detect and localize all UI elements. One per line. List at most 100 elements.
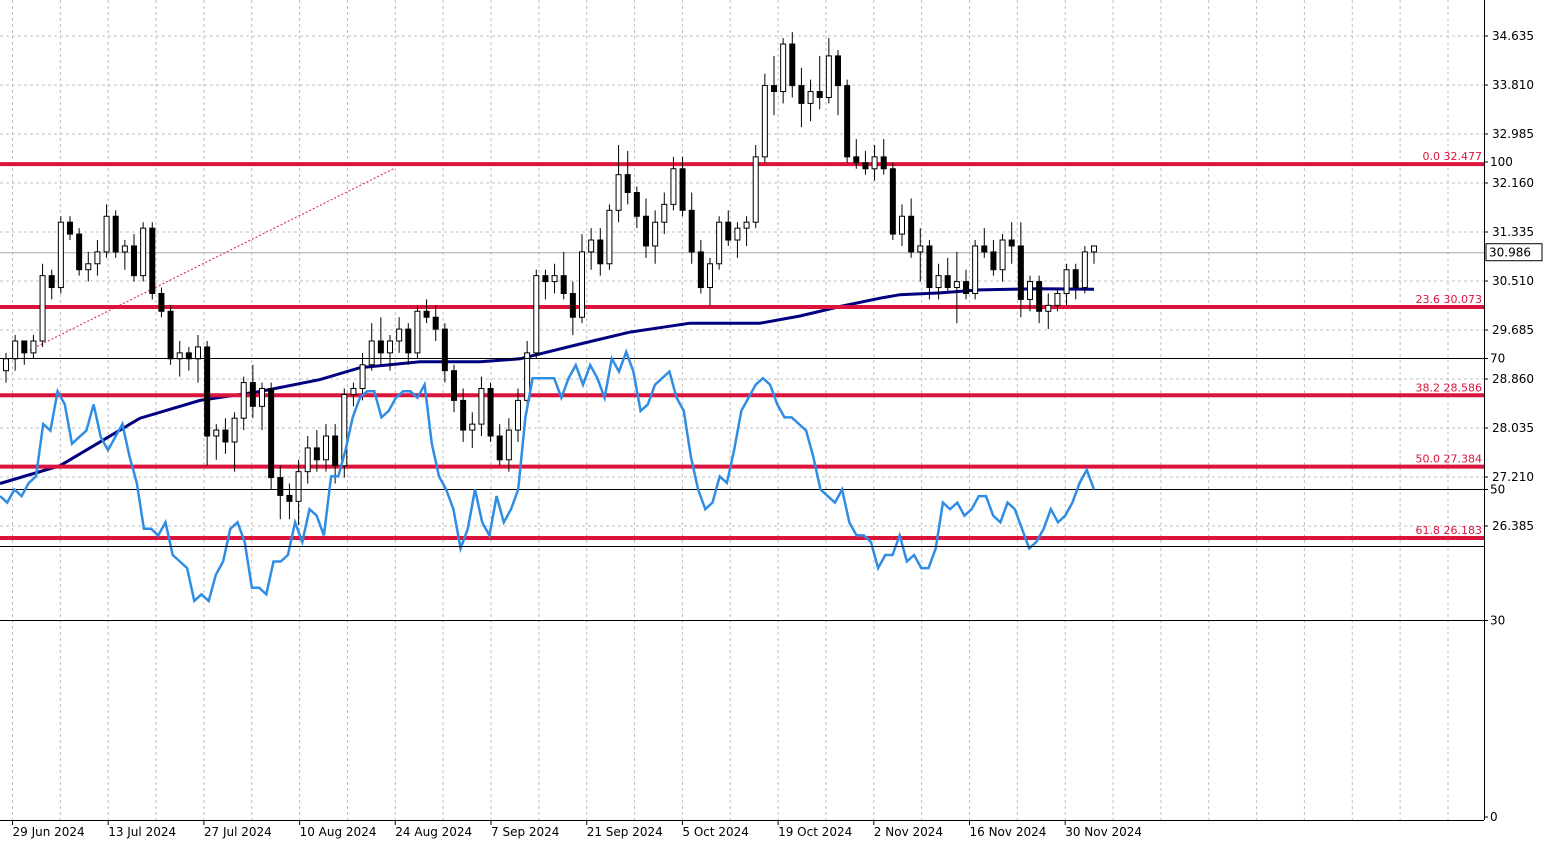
candle-body [579, 251, 585, 318]
candle-body [999, 239, 1006, 271]
candle-body [725, 221, 732, 241]
price-tick-label: 33.810 [1492, 78, 1534, 92]
candle [396, 317, 403, 353]
candle-body [798, 85, 805, 104]
candle-body [597, 239, 604, 265]
candle-body [158, 292, 165, 312]
candle-body [67, 221, 73, 235]
candle [249, 364, 256, 419]
candle-body [533, 275, 540, 354]
candle [697, 240, 704, 294]
rsi-tick-label: 30 [1490, 614, 1505, 628]
moving-average-line [0, 287, 1095, 485]
rsi-tick-label: 70 [1490, 352, 1505, 366]
candle [944, 257, 951, 294]
candle [3, 352, 9, 383]
candle-body [505, 429, 512, 461]
candle-body [990, 251, 997, 271]
candle [862, 150, 869, 175]
rsi-tick-label: 100 [1490, 155, 1513, 169]
time-tick-label: 16 Nov 2024 [970, 825, 1047, 839]
candle [963, 269, 969, 300]
candle [213, 424, 220, 460]
candle [743, 216, 750, 246]
chart-canvas: 0.0 32.477 23.6 30.073 38.2 28.586 50.0 27.… [0, 0, 1543, 839]
candle-body [85, 263, 92, 271]
fib-level-label: 50.0 27.384 [1416, 453, 1482, 466]
fib-level-label: 0.0 32.477 [1423, 150, 1482, 163]
candle [533, 269, 540, 359]
candle-body [195, 346, 201, 360]
candle [496, 424, 503, 466]
candle-body [926, 245, 933, 289]
candle [880, 139, 887, 175]
candle-body [460, 399, 467, 431]
candle-body [780, 43, 787, 93]
candle-body [761, 85, 768, 158]
candle-body [76, 233, 83, 271]
candle-body [1045, 304, 1052, 312]
candle-body [1027, 281, 1033, 300]
candle-body [862, 162, 869, 170]
fibonacci-levels: 0.0 32.477 23.6 30.073 38.2 28.586 50.0 27.… [0, 150, 1484, 540]
candle [825, 38, 832, 104]
time-tick-label: 27 Jul 2024 [204, 825, 272, 839]
candle [286, 483, 293, 520]
candle [414, 305, 421, 359]
price-tick-label: 34.635 [1492, 29, 1534, 43]
candle [30, 335, 37, 359]
candle [85, 251, 92, 282]
price-tick-label: 31.335 [1492, 225, 1534, 239]
candle [597, 228, 604, 276]
candle-body [204, 346, 211, 437]
candle [771, 55, 777, 116]
candle [816, 55, 823, 110]
candle-body [496, 435, 503, 461]
time-tick-label: 21 Sep 2024 [587, 825, 663, 839]
candle-body [871, 156, 878, 170]
candle-body [3, 358, 9, 372]
candle [432, 305, 439, 341]
candle [295, 459, 302, 526]
candle [615, 144, 622, 223]
candle [1091, 245, 1097, 264]
candle [569, 281, 576, 336]
price-tick-label: 29.685 [1492, 323, 1534, 337]
candle [423, 299, 430, 324]
candle-body [560, 275, 567, 294]
candle-body [368, 340, 375, 366]
candle-body [972, 245, 979, 294]
candle [716, 216, 723, 270]
candle-body [222, 429, 229, 443]
candlesticks [3, 32, 1097, 526]
rsi-grid [12, 548, 1449, 820]
fib-level-label: 38.2 28.586 [1416, 381, 1482, 394]
candle-body [743, 221, 750, 229]
candle [551, 263, 558, 294]
candle-body [94, 251, 101, 265]
candle-body [441, 328, 448, 372]
candle-body [551, 275, 558, 283]
candle-body [39, 275, 46, 342]
candle-body [899, 215, 905, 235]
candle [57, 216, 64, 294]
candle-body [953, 281, 960, 289]
candle [1036, 275, 1043, 324]
candle-body [377, 340, 384, 354]
candle-body [624, 174, 631, 194]
candle [39, 263, 46, 347]
candle [953, 251, 960, 324]
price-tick-label: 30.510 [1492, 274, 1534, 288]
candle-body [21, 340, 28, 354]
candle-body [853, 156, 860, 164]
candle-body [643, 215, 649, 247]
candle-body [304, 447, 311, 473]
rsi-tick-label: 0 [1490, 810, 1498, 824]
candle [752, 144, 759, 229]
candle-body [707, 263, 713, 289]
time-tick-label: 30 Nov 2024 [1065, 825, 1142, 839]
candle [451, 364, 457, 413]
candle-body [880, 156, 887, 170]
candle-body [295, 471, 302, 502]
candle-body [149, 227, 156, 294]
